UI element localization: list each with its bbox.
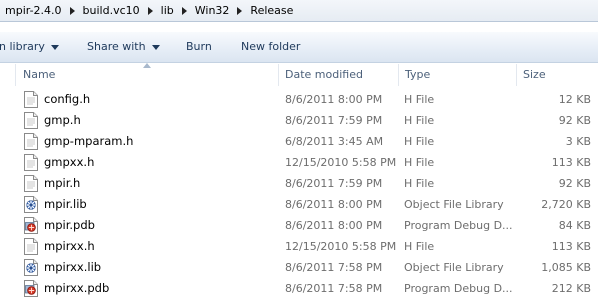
file-size: 92 KB [558, 177, 591, 190]
file-size: 113 KB [551, 156, 591, 169]
include-in-library-label: n library [0, 40, 45, 53]
file-type: H File [404, 177, 435, 190]
file-date-modified: 8/6/2011 7:59 PM [285, 177, 383, 190]
share-with-button[interactable]: Share with [87, 32, 160, 62]
file-date-modified: 12/15/2010 5:58 PM [285, 156, 397, 169]
chevron-right-icon[interactable] [176, 6, 193, 15]
chevron-right-icon[interactable] [142, 6, 159, 15]
file-row[interactable]: gmp-mparam.h 6/8/2011 3:45 AM H File 3 KB [0, 131, 598, 152]
debug-database-icon [24, 217, 40, 234]
file-name[interactable]: config.h [44, 89, 274, 110]
file-size: 1,085 KB [541, 261, 591, 274]
file-date-modified: 8/6/2011 8:00 PM [285, 93, 383, 106]
file-date-modified: 8/6/2011 7:58 PM [285, 282, 383, 295]
chevron-right-icon[interactable] [231, 6, 248, 15]
column-divider[interactable] [15, 64, 16, 86]
file-type: H File [404, 240, 435, 253]
file-date-modified: 8/6/2011 7:58 PM [285, 261, 383, 274]
file-row[interactable]: mpir.lib 8/6/2011 8:00 PM Object File Libr… [0, 194, 598, 215]
file-row[interactable]: gmp.h 8/6/2011 7:59 PM H File 92 KB [0, 110, 598, 131]
file-name[interactable]: mpir.pdb [44, 215, 274, 236]
file-name[interactable]: mpirxx.pdb [44, 278, 274, 299]
file-size: 12 KB [558, 93, 591, 106]
file-type: H File [404, 156, 435, 169]
file-row[interactable]: mpirxx.h 12/15/2010 5:58 PM H File 113 KB [0, 236, 598, 257]
file-size: 3 KB [565, 135, 591, 148]
file-row[interactable]: mpir.pdb 8/6/2011 8:00 PM Program Debug D.… [0, 215, 598, 236]
file-name[interactable]: mpirxx.h [44, 236, 274, 257]
file-type: Object File Library [404, 198, 504, 211]
breadcrumb-item-mpir[interactable]: mpir-2.4.0 [3, 4, 64, 17]
breadcrumb: mpir-2.4.0 build.vc10 lib Win32 Release [0, 0, 598, 22]
file-row[interactable]: mpirxx.lib 8/6/2011 7:58 PM Object File Li… [0, 257, 598, 278]
file-name[interactable]: gmpxx.h [44, 152, 274, 173]
file-size: 92 KB [558, 114, 591, 127]
document-icon [24, 91, 40, 108]
file-name[interactable]: mpir.lib [44, 194, 274, 215]
file-type: H File [404, 135, 435, 148]
file-type: H File [404, 114, 435, 127]
file-row[interactable]: config.h 8/6/2011 8:00 PM H File 12 KB [0, 89, 598, 110]
file-date-modified: 6/8/2011 3:45 AM [285, 135, 384, 148]
file-name[interactable]: mpir.h [44, 173, 274, 194]
file-size: 84 KB [558, 219, 591, 232]
include-in-library-button[interactable]: n library [0, 32, 59, 62]
file-size: 113 KB [551, 240, 591, 253]
column-header-name[interactable]: Name [17, 64, 277, 86]
breadcrumb-item-win32[interactable]: Win32 [193, 4, 232, 17]
document-icon [24, 154, 40, 171]
document-icon [24, 238, 40, 255]
file-row[interactable]: mpir.h 8/6/2011 7:59 PM H File 92 KB [0, 173, 598, 194]
file-row[interactable]: mpirxx.pdb 8/6/2011 7:58 PM Program Debug … [0, 278, 598, 299]
debug-database-icon [24, 280, 40, 297]
file-type: Program Debug D... [404, 219, 513, 232]
file-type: Program Debug D... [404, 282, 513, 295]
chevron-right-icon[interactable] [64, 6, 81, 15]
breadcrumb-item-release[interactable]: Release [248, 4, 295, 17]
file-name[interactable]: gmp-mparam.h [44, 131, 274, 152]
share-with-label: Share with [87, 40, 146, 53]
document-icon [24, 175, 40, 192]
command-bar: n library Share with Burn New folder [0, 31, 598, 63]
file-date-modified: 8/6/2011 8:00 PM [285, 219, 383, 232]
file-size: 212 KB [551, 282, 591, 295]
file-date-modified: 8/6/2011 7:59 PM [285, 114, 383, 127]
document-icon [24, 133, 40, 150]
file-date-modified: 12/15/2010 5:58 PM [285, 240, 397, 253]
library-icon [24, 196, 40, 213]
column-header-size[interactable]: Size [517, 64, 597, 86]
chevron-down-icon [151, 44, 160, 50]
burn-button[interactable]: Burn [186, 32, 212, 62]
breadcrumb-item-build[interactable]: build.vc10 [81, 4, 142, 17]
column-header-type[interactable]: Type [399, 64, 513, 86]
column-header-row: Name Date modified Type Size [0, 63, 598, 86]
file-date-modified: 8/6/2011 8:00 PM [285, 198, 383, 211]
chevron-down-icon [50, 44, 59, 50]
document-icon [24, 112, 40, 129]
column-header-date-modified[interactable]: Date modified [279, 64, 397, 86]
file-size: 2,720 KB [541, 198, 591, 211]
file-type: H File [404, 93, 435, 106]
library-icon [24, 259, 40, 276]
file-row[interactable]: gmpxx.h 12/15/2010 5:58 PM H File 113 KB [0, 152, 598, 173]
file-type: Object File Library [404, 261, 504, 274]
file-name[interactable]: gmp.h [44, 110, 274, 131]
breadcrumb-item-lib[interactable]: lib [159, 4, 176, 17]
new-folder-button[interactable]: New folder [241, 32, 300, 62]
file-name[interactable]: mpirxx.lib [44, 257, 274, 278]
